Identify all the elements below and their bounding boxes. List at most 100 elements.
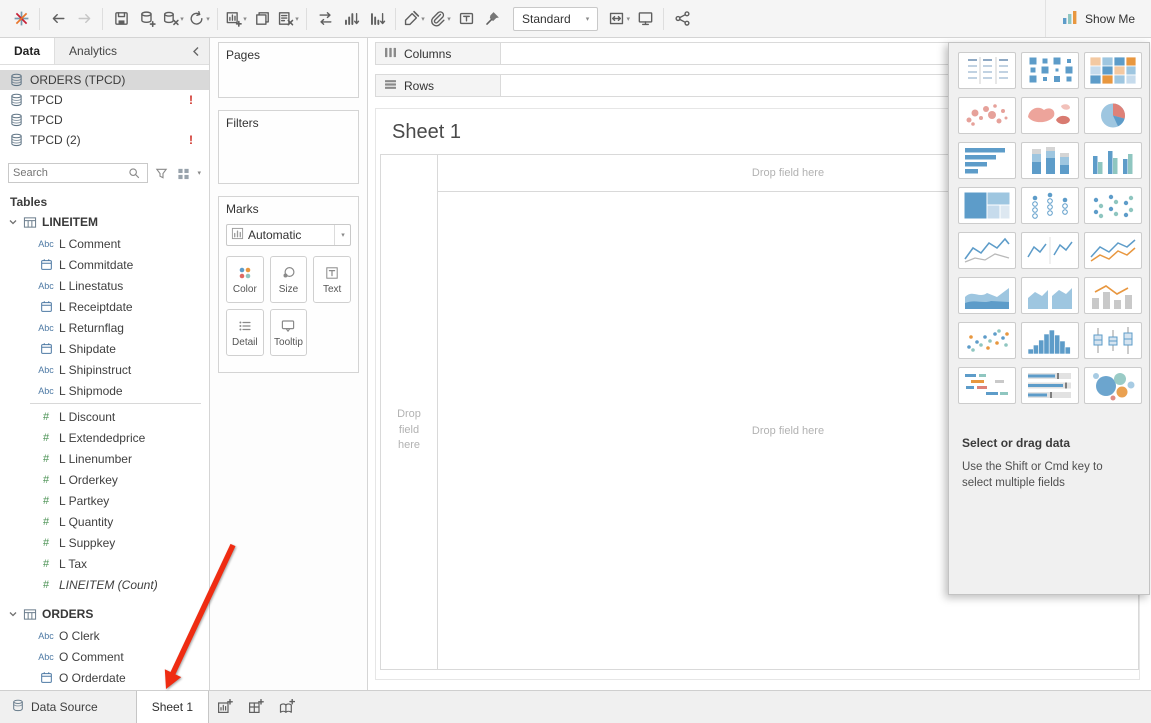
showme-dual-lines[interactable] <box>1084 232 1142 269</box>
showme-circle-views[interactable] <box>1021 187 1079 224</box>
tableau-logo-button[interactable] <box>8 5 34 33</box>
showme-box-and-whisker[interactable] <box>1084 322 1142 359</box>
tab-data[interactable]: Data <box>0 38 55 64</box>
new-dashboard-button[interactable] <box>240 691 271 723</box>
new-data-source-button[interactable] <box>134 5 160 33</box>
new-worksheet-button[interactable]: ▾ <box>223 5 249 33</box>
field-item[interactable]: #L Linenumber <box>0 448 209 469</box>
show-me-button[interactable]: Show Me <box>1045 0 1151 37</box>
showme-bullet-graph[interactable] <box>1021 367 1079 404</box>
pages-shelf[interactable]: Pages <box>218 42 359 98</box>
presentation-mode-button[interactable] <box>632 5 658 33</box>
undo-button[interactable] <box>45 5 71 33</box>
table-header-lineitem[interactable]: LINEITEM <box>0 211 209 233</box>
showme-heat-map[interactable] <box>1021 52 1079 89</box>
field-item[interactable]: L Commitdate <box>0 254 209 275</box>
datasource-item[interactable]: TPCD (2)! <box>0 130 209 150</box>
save-button[interactable] <box>108 5 134 33</box>
fit-button[interactable]: ▾ <box>606 5 632 33</box>
swap-rows-columns-button[interactable] <box>312 5 338 33</box>
sort-ascending-button[interactable] <box>338 5 364 33</box>
showme-highlight-table[interactable] <box>1084 52 1142 89</box>
fix-axes-button[interactable] <box>479 5 505 33</box>
new-story-button[interactable] <box>271 691 302 723</box>
showme-scatter-plot[interactable] <box>958 322 1016 359</box>
field-item[interactable]: AbcO Comment <box>0 646 209 667</box>
marks-button-tooltip[interactable]: Tooltip <box>270 309 308 356</box>
marks-button-size[interactable]: Size <box>270 256 308 303</box>
search-input[interactable] <box>13 167 125 179</box>
share-button[interactable] <box>669 5 695 33</box>
pause-auto-updates-button[interactable]: ▾ <box>160 5 186 33</box>
showme-histogram[interactable] <box>1021 322 1079 359</box>
chevron-down-icon[interactable]: ▾ <box>334 225 350 245</box>
showme-side-by-side-circles[interactable] <box>1084 187 1142 224</box>
showme-discrete-lines[interactable] <box>1021 232 1079 269</box>
showme-continuous-area[interactable] <box>958 277 1016 314</box>
field-item[interactable]: AbcO Clerk <box>0 625 209 646</box>
showme-horizontal-bars[interactable] <box>958 142 1016 179</box>
field-item[interactable]: O Orderdate <box>0 667 209 688</box>
marks-button-text[interactable]: Text <box>313 256 351 303</box>
marks-button-detail[interactable]: Detail <box>226 309 264 356</box>
showme-stacked-bars[interactable] <box>1021 142 1079 179</box>
showme-continuous-lines[interactable] <box>958 232 1016 269</box>
field-item[interactable]: L Shipdate <box>0 338 209 359</box>
chevron-down-icon[interactable]: ▾ <box>197 169 201 177</box>
field-item[interactable]: AbcL Returnflag <box>0 317 209 338</box>
showme-pie-chart[interactable] <box>1084 97 1142 134</box>
datasource-item[interactable]: TPCD! <box>0 90 209 110</box>
field-item[interactable]: #L Quantity <box>0 511 209 532</box>
showme-gantt[interactable] <box>958 367 1016 404</box>
data-source-tab[interactable]: Data Source <box>0 691 110 723</box>
field-label: L Orderkey <box>59 473 118 487</box>
group-members-button[interactable]: ▾ <box>427 5 453 33</box>
field-item[interactable]: #L Partkey <box>0 490 209 511</box>
view-size-dropdown[interactable]: Standard▾ <box>513 7 598 31</box>
field-item[interactable]: #L Extendedprice <box>0 427 209 448</box>
showme-packed-bubbles[interactable] <box>1084 367 1142 404</box>
datasource-item[interactable]: TPCD <box>0 110 209 130</box>
filter-icon[interactable] <box>152 163 170 183</box>
new-worksheet-button[interactable] <box>209 691 240 723</box>
show-mark-labels-button[interactable] <box>453 5 479 33</box>
showme-symbol-map[interactable] <box>958 97 1016 134</box>
field-item[interactable]: AbcL Linestatus <box>0 275 209 296</box>
field-item[interactable]: AbcL Comment <box>0 233 209 254</box>
marks-button-color[interactable]: Color <box>226 256 264 303</box>
tab-analytics[interactable]: Analytics <box>55 38 131 64</box>
rows-shelf-label: Rows <box>375 74 501 97</box>
duplicate-button[interactable] <box>249 5 275 33</box>
field-item[interactable]: #L Tax <box>0 553 209 574</box>
showme-filled-map[interactable] <box>1021 97 1079 134</box>
highlight-button[interactable]: ▾ <box>401 5 427 33</box>
field-item[interactable]: AbcL Shipmode <box>0 380 209 401</box>
drop-zone-left[interactable]: Drop field here <box>381 192 438 669</box>
field-item[interactable]: #L Suppkey <box>0 532 209 553</box>
redo-button[interactable] <box>71 5 97 33</box>
filters-shelf[interactable]: Filters <box>218 110 359 184</box>
run-auto-updates-button[interactable]: ▾ <box>186 5 212 33</box>
sheet-tab-sheet1[interactable]: Sheet 1 <box>136 691 209 723</box>
showme-text-table[interactable] <box>958 52 1016 89</box>
showme-dual-combination[interactable] <box>1084 277 1142 314</box>
field-item[interactable]: #L Orderkey <box>0 469 209 490</box>
sort-descending-button[interactable] <box>364 5 390 33</box>
showme-side-by-side-bars[interactable] <box>1084 142 1142 179</box>
collapse-panel-button[interactable] <box>183 38 209 64</box>
field-item[interactable]: L Receiptdate <box>0 296 209 317</box>
field-label: L Receiptdate <box>59 300 133 314</box>
showme-treemap[interactable] <box>958 187 1016 224</box>
table-header-orders[interactable]: ORDERS <box>0 603 209 625</box>
clear-sheet-button[interactable]: ▾ <box>275 5 301 33</box>
field-item[interactable]: #L Discount <box>0 406 209 427</box>
mark-type-dropdown[interactable]: Automatic ▾ <box>226 224 351 246</box>
highlight-icon <box>403 10 420 27</box>
showme-discrete-area[interactable] <box>1021 277 1079 314</box>
datasource-list: ORDERS (TPCD)TPCD! TPCD TPCD (2)! <box>0 65 209 150</box>
datasource-label: TPCD <box>30 113 199 127</box>
view-options-icon[interactable] <box>174 163 192 183</box>
datasource-item[interactable]: ORDERS (TPCD) <box>0 70 209 90</box>
field-item[interactable]: #LINEITEM (Count) <box>0 574 209 595</box>
field-item[interactable]: AbcL Shipinstruct <box>0 359 209 380</box>
